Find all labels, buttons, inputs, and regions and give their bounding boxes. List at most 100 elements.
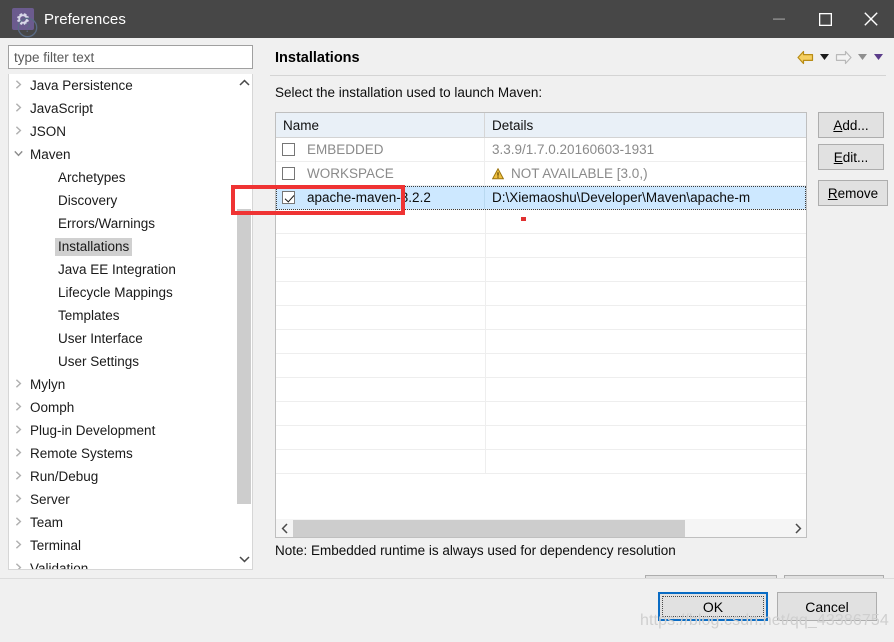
hscroll-thumb[interactable] — [293, 519, 685, 537]
edit-button[interactable]: Edit... — [818, 144, 884, 170]
tree-item-label: User Settings — [58, 353, 140, 369]
tree-item-label: JSON — [30, 123, 67, 139]
chevron-right-icon[interactable] — [9, 424, 27, 437]
cell-name: EMBEDDED — [276, 138, 485, 161]
table-empty-row — [276, 258, 806, 282]
installation-details: NOT AVAILABLE [3.0,) — [511, 166, 648, 181]
tree-item-java-ee-integration[interactable]: Java EE Integration — [9, 258, 237, 281]
table-row[interactable]: apache-maven-3.2.2 D:\Xiemaoshu\Developer… — [276, 186, 806, 210]
column-header-name[interactable]: Name — [276, 113, 485, 137]
cell-details: D:\Xiemaoshu\Developer\Maven\apache-m — [485, 186, 806, 209]
table-row[interactable]: EMBEDDED 3.3.9/1.7.0.20160603-1931 — [276, 138, 806, 162]
add-button-label: dd... — [842, 117, 869, 133]
forward-arrow-icon — [832, 46, 854, 68]
preferences-tree[interactable]: Java Persistence JavaScript JSON Maven Arche… — [9, 74, 237, 569]
preferences-tree-panel: Java Persistence JavaScript JSON Maven Arche… — [8, 74, 253, 570]
hscroll-right-arrow-icon[interactable] — [789, 520, 806, 537]
tree-item-javascript[interactable]: JavaScript — [9, 97, 237, 120]
table-empty-row — [276, 306, 806, 330]
table-row[interactable]: WORKSPACE NOT AVAILABLE [3.0,) — [276, 162, 806, 186]
tree-scrollbar-thumb[interactable] — [237, 209, 251, 504]
tree-item-errors-warnings[interactable]: Errors/Warnings — [9, 212, 237, 235]
tree-item-run-debug[interactable]: Run/Debug — [9, 465, 237, 488]
tree-item-team[interactable]: Team — [9, 511, 237, 534]
remove-button-label: emove — [837, 185, 879, 201]
maximize-icon[interactable] — [802, 0, 848, 38]
title-divider — [270, 75, 886, 76]
chevron-right-icon[interactable] — [9, 125, 27, 138]
tree-item-installations[interactable]: Installations — [9, 235, 237, 258]
cancel-button[interactable]: Cancel — [777, 592, 877, 621]
table-header-row: Name Details — [276, 113, 806, 138]
cancel-button-label: Cancel — [805, 598, 849, 615]
installation-name: EMBEDDED — [307, 142, 384, 157]
row-checkbox[interactable] — [282, 167, 295, 180]
tree-item-label: Team — [30, 514, 64, 530]
chevron-right-icon[interactable] — [9, 562, 27, 569]
navigation-history-controls — [794, 46, 886, 68]
tree-item-json[interactable]: JSON — [9, 120, 237, 143]
tree-item-templates[interactable]: Templates — [9, 304, 237, 327]
annotation-dot — [521, 217, 526, 221]
scroll-down-arrow-icon[interactable] — [236, 550, 252, 568]
table-empty-row — [276, 330, 806, 354]
tree-item-mylyn[interactable]: Mylyn — [9, 373, 237, 396]
tree-item-discovery[interactable]: Discovery — [9, 189, 237, 212]
back-arrow-icon[interactable] — [794, 46, 816, 68]
scroll-up-arrow-icon[interactable] — [236, 74, 252, 92]
chevron-right-icon[interactable] — [9, 470, 27, 483]
remove-button[interactable]: Remove — [818, 180, 888, 206]
tree-item-label: Errors/Warnings — [58, 215, 156, 231]
tree-item-java-persistence[interactable]: Java Persistence — [9, 74, 237, 97]
tree-item-label: Lifecycle Mappings — [58, 284, 173, 300]
tree-item-label: Oomph — [30, 399, 75, 415]
close-icon[interactable] — [848, 0, 894, 38]
add-button-mnemonic: A — [833, 117, 843, 133]
tree-item-label: Discovery — [58, 192, 118, 208]
help-question-icon[interactable]: ? — [17, 17, 38, 38]
minimize-icon[interactable] — [756, 0, 802, 38]
row-checkbox[interactable] — [282, 143, 295, 156]
tree-item-remote-systems[interactable]: Remote Systems — [9, 442, 237, 465]
tree-item-lifecycle-mappings[interactable]: Lifecycle Mappings — [9, 281, 237, 304]
tree-item-plug-in-development[interactable]: Plug-in Development — [9, 419, 237, 442]
column-header-details[interactable]: Details — [485, 113, 806, 137]
chevron-right-icon[interactable] — [9, 378, 27, 391]
warning-icon — [492, 167, 504, 180]
chevron-right-icon[interactable] — [9, 401, 27, 414]
tree-item-maven[interactable]: Maven — [9, 143, 237, 166]
instruction-label: Select the installation used to launch M… — [275, 85, 543, 100]
back-history-caret-down-icon[interactable] — [816, 46, 832, 68]
page-title: Installations — [275, 50, 360, 66]
hscroll-left-arrow-icon[interactable] — [276, 520, 293, 537]
table-empty-row — [276, 234, 806, 258]
installations-table[interactable]: Name Details EMBEDDED 3.3.9/1.7.0.2016060… — [275, 112, 807, 538]
ok-button[interactable]: OK — [658, 592, 768, 621]
tree-item-label: Templates — [58, 307, 120, 323]
tree-item-oomph[interactable]: Oomph — [9, 396, 237, 419]
tree-item-user-settings[interactable]: User Settings — [9, 350, 237, 373]
tree-item-validation[interactable]: Validation — [9, 557, 237, 569]
tree-scrollbar[interactable] — [236, 74, 252, 568]
table-horizontal-scrollbar[interactable] — [275, 519, 807, 538]
window-controls — [756, 0, 894, 38]
filter-input[interactable] — [8, 45, 253, 69]
chevron-right-icon[interactable] — [9, 79, 27, 92]
tree-item-server[interactable]: Server — [9, 488, 237, 511]
chevron-right-icon[interactable] — [9, 102, 27, 115]
view-menu-caret-down-icon[interactable] — [870, 46, 886, 68]
tree-item-terminal[interactable]: Terminal — [9, 534, 237, 557]
chevron-right-icon[interactable] — [9, 493, 27, 506]
forward-history-caret-down-icon — [854, 46, 870, 68]
tree-item-user-interface[interactable]: User Interface — [9, 327, 237, 350]
chevron-right-icon[interactable] — [9, 516, 27, 529]
cell-name: apache-maven-3.2.2 — [276, 186, 485, 209]
chevron-right-icon[interactable] — [9, 539, 27, 552]
chevron-right-icon[interactable] — [9, 447, 27, 460]
edit-button-label: dit... — [842, 149, 869, 165]
table-empty-row — [276, 354, 806, 378]
add-button[interactable]: Add... — [818, 112, 884, 138]
row-checkbox[interactable] — [282, 191, 295, 204]
tree-item-archetypes[interactable]: Archetypes — [9, 166, 237, 189]
chevron-down-icon[interactable] — [9, 149, 27, 160]
